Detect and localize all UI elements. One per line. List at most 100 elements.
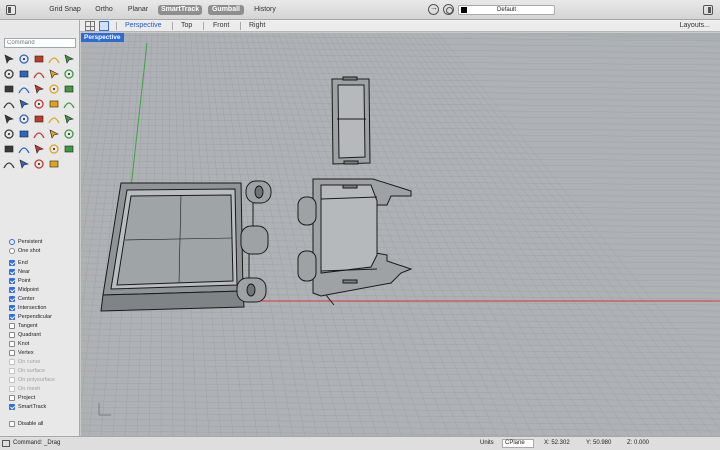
scale-icon[interactable] (33, 113, 45, 125)
rotate-icon[interactable] (18, 113, 30, 125)
osnap-point-option[interactable]: Point (9, 277, 79, 285)
checkbox[interactable] (9, 377, 15, 383)
checkbox[interactable] (9, 395, 15, 401)
boolean-icon[interactable] (63, 98, 75, 110)
offset-icon[interactable] (18, 83, 30, 95)
checkbox[interactable] (9, 368, 15, 374)
toggle-panels-icon[interactable] (703, 5, 713, 15)
osnap-oneshot-option[interactable]: One shot (9, 247, 79, 255)
tab-front[interactable]: Front (213, 21, 229, 31)
osnap-on-surface-option[interactable]: On surface (9, 367, 79, 375)
checkbox[interactable] (9, 305, 15, 311)
smarttrack-toggle[interactable]: SmartTrack (158, 5, 202, 15)
planar-toggle[interactable]: Planar (126, 5, 150, 15)
solid-box-icon[interactable] (63, 83, 75, 95)
checkbox[interactable] (9, 359, 15, 365)
pen-icon[interactable] (33, 158, 45, 170)
record-history-icon[interactable] (428, 3, 439, 15)
checkbox[interactable] (9, 323, 15, 329)
grid-icon[interactable] (63, 113, 75, 125)
viewport-canvas[interactable] (81, 33, 720, 436)
array-icon[interactable] (48, 113, 60, 125)
bulb-icon[interactable] (3, 158, 15, 170)
osnap-smarttrack-option[interactable]: SmartTrack (9, 403, 79, 411)
cplane-selector[interactable]: CPlane (502, 439, 534, 448)
osnap-tangent-option[interactable]: Tangent (9, 322, 79, 330)
command-input[interactable] (4, 38, 76, 48)
tab-right[interactable]: Right (249, 21, 265, 31)
history-toggle[interactable]: History (252, 5, 278, 15)
osnap-on-curve-option[interactable]: On curve (9, 358, 79, 366)
surface-icon[interactable] (33, 83, 45, 95)
osnap-vertex-option[interactable]: Vertex (9, 349, 79, 357)
osnap-on-polysurface-option[interactable]: On polysurface (9, 376, 79, 384)
lid-model[interactable] (331, 76, 371, 165)
osnap-center-option[interactable]: Center (9, 295, 79, 303)
freeform-icon[interactable] (48, 68, 60, 80)
checkbox[interactable] (9, 404, 15, 410)
osnap-intersection-option[interactable]: Intersection (9, 304, 79, 312)
checkbox[interactable] (9, 421, 15, 427)
checkbox[interactable] (9, 341, 15, 347)
osnap-target-icon[interactable] (443, 4, 454, 15)
polygon-icon[interactable] (63, 68, 75, 80)
fillet-icon[interactable] (3, 83, 15, 95)
checkbox[interactable] (9, 332, 15, 338)
gumball-icon[interactable] (48, 143, 60, 155)
circle-icon[interactable] (63, 53, 75, 65)
perspective-viewport[interactable]: Perspective (81, 33, 720, 436)
checkbox[interactable] (9, 350, 15, 356)
polyline-icon[interactable] (33, 53, 45, 65)
extrude-icon[interactable] (3, 98, 15, 110)
transform-icon[interactable] (48, 158, 60, 170)
osnap-persistent-option[interactable]: Persistent (9, 238, 79, 246)
osnap-on-mesh-option[interactable]: On mesh (9, 385, 79, 393)
units-label[interactable]: Units (480, 437, 494, 450)
layer-selector[interactable]: Default (458, 5, 555, 15)
single-viewport-icon[interactable] (99, 21, 109, 31)
analyze-icon[interactable] (18, 143, 30, 155)
grid-snap-toggle[interactable]: Grid Snap (48, 5, 82, 15)
command-history-icon[interactable] (2, 440, 10, 447)
osnap-near-option[interactable]: Near (9, 268, 79, 276)
point-icon[interactable] (18, 53, 30, 65)
ortho-toggle[interactable]: Ortho (92, 5, 116, 15)
material-icon[interactable] (3, 143, 15, 155)
four-viewports-icon[interactable] (85, 21, 95, 31)
osnap-quadrant-option[interactable]: Quadrant (9, 331, 79, 339)
zoom-icon[interactable] (33, 128, 45, 140)
text-icon[interactable] (3, 128, 15, 140)
color-wheel-icon[interactable] (63, 143, 75, 155)
radio-button[interactable] (9, 239, 15, 245)
globe-icon[interactable] (18, 158, 30, 170)
move-icon[interactable] (3, 113, 15, 125)
checkbox[interactable] (9, 287, 15, 293)
rectangle-icon[interactable] (18, 68, 30, 80)
checkbox[interactable] (9, 269, 15, 275)
radio-button[interactable] (9, 248, 15, 254)
osnap-midpoint-option[interactable]: Midpoint (9, 286, 79, 294)
render-icon[interactable] (48, 128, 60, 140)
ellipse-icon[interactable] (3, 68, 15, 80)
mesh-icon[interactable] (18, 98, 30, 110)
toggle-sidebar-icon[interactable] (6, 5, 16, 15)
sphere-icon[interactable] (33, 143, 45, 155)
gumball-toggle[interactable]: Gumball (208, 5, 244, 15)
tab-perspective[interactable]: Perspective (125, 21, 162, 31)
checkbox[interactable] (9, 278, 15, 284)
arc-icon[interactable] (33, 68, 45, 80)
checkbox[interactable] (9, 386, 15, 392)
split-icon[interactable] (48, 98, 60, 110)
osnap-project-option[interactable]: Project (9, 394, 79, 402)
osnap-perpendicular-option[interactable]: Perpendicular (9, 313, 79, 321)
tray-model[interactable] (100, 182, 245, 312)
curve-icon[interactable] (48, 53, 60, 65)
layouts-button[interactable]: Layouts... (680, 21, 710, 31)
checkbox[interactable] (9, 296, 15, 302)
osnap-knot-option[interactable]: Knot (9, 340, 79, 348)
light-icon[interactable] (63, 128, 75, 140)
checkbox[interactable] (9, 260, 15, 266)
disable-all-option[interactable]: Disable all (9, 420, 79, 428)
loft-icon[interactable] (48, 83, 60, 95)
trim-icon[interactable] (33, 98, 45, 110)
